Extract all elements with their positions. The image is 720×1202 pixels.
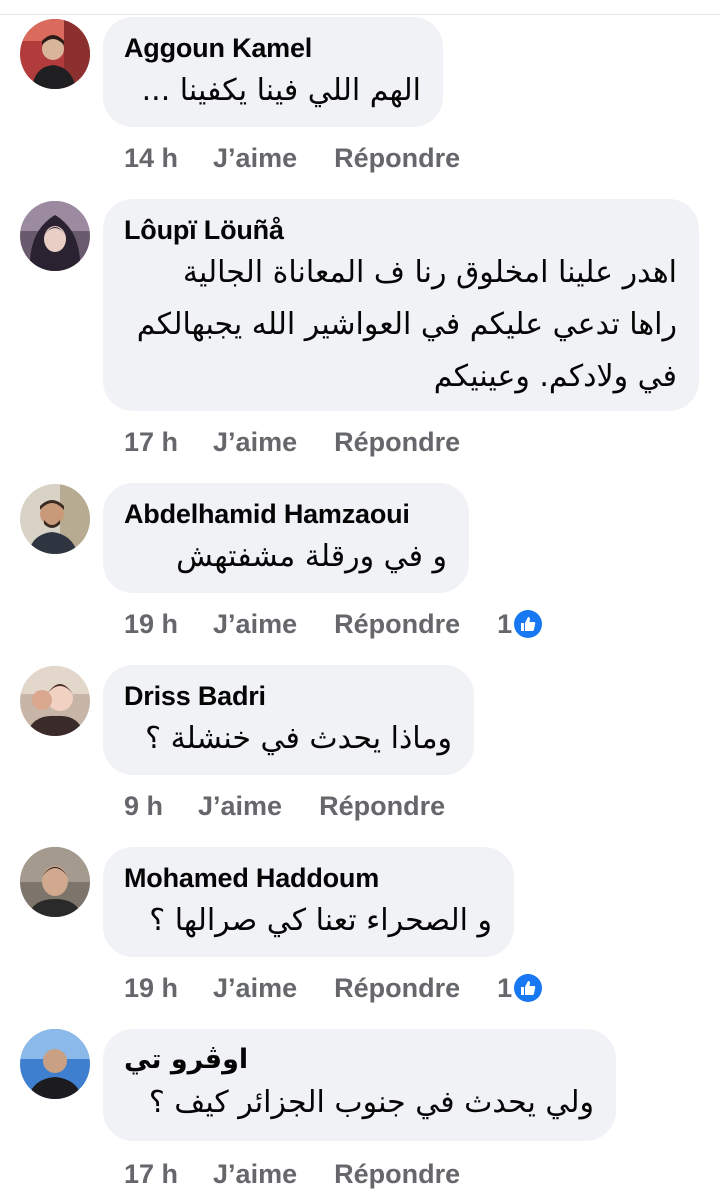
comment-text: و الصحراء تعنا كي صرالها ؟ <box>149 903 492 938</box>
avatar[interactable] <box>20 201 90 271</box>
like-button[interactable]: J’aime <box>213 1159 297 1190</box>
comment-bubble[interactable]: Driss Badri وماذا يحدث في خنشلة ؟ <box>103 665 474 775</box>
comment-bubble[interactable]: Lôupï Löuñå اهدر علينا امخلوق رنا ف المع… <box>103 199 699 411</box>
comment-text: اهدر علينا امخلوق رنا ف المعاناة الجالية <box>182 255 677 290</box>
like-button[interactable]: J’aime <box>198 791 282 822</box>
comment-actions: 17 h J’aime Répondre <box>124 1156 497 1192</box>
avatar[interactable] <box>20 1029 90 1099</box>
comment-bubble[interactable]: Abdelhamid Hamzaoui و في ورقلة مشفتهش <box>103 483 469 593</box>
comment-text: راها تدعي عليكم في العواشير الله يجبهالك… <box>136 307 677 342</box>
comment-text: في ولادكم. وعينيكم <box>433 359 677 394</box>
reaction-count-value: 1 <box>497 972 513 1003</box>
comment-actions: 19 h J’aime Répondre 1 <box>124 970 543 1006</box>
comment-author[interactable]: اوڤرو تي <box>124 1043 594 1077</box>
reaction-count[interactable]: 1 <box>497 972 543 1004</box>
top-divider <box>0 14 720 15</box>
comment-author[interactable]: Aggoun Kamel <box>124 31 421 65</box>
reaction-count-value: 1 <box>497 608 513 639</box>
comment-bubble[interactable]: اوڤرو تي ولي يحدث في جنوب الجزائر كيف ؟ <box>103 1029 616 1141</box>
like-icon <box>514 610 543 638</box>
like-icon <box>514 974 543 1002</box>
comment-bubble[interactable]: Mohamed Haddoum و الصحراء تعنا كي صرالها… <box>103 847 514 957</box>
comment-text: وماذا يحدث في خنشلة ؟ <box>145 721 452 756</box>
comment-time[interactable]: 9 h <box>124 791 163 822</box>
like-button[interactable]: J’aime <box>213 973 297 1004</box>
comment-actions: 17 h J’aime Répondre <box>124 424 497 460</box>
reply-button[interactable]: Répondre <box>334 973 460 1004</box>
avatar[interactable] <box>20 847 90 917</box>
avatar[interactable] <box>20 484 90 554</box>
comment-text: الهم اللي فينا يكفينا ... <box>141 73 421 108</box>
comment-text: و في ورقلة مشفتهش <box>176 539 447 574</box>
reply-button[interactable]: Répondre <box>319 791 445 822</box>
comment-bubble[interactable]: Aggoun Kamel الهم اللي فينا يكفينا ... <box>103 17 443 127</box>
comment-time[interactable]: 19 h <box>124 973 178 1004</box>
avatar[interactable] <box>20 19 90 89</box>
comment-time[interactable]: 17 h <box>124 1159 178 1190</box>
avatar[interactable] <box>20 666 90 736</box>
comment-actions: 14 h J’aime Répondre <box>124 140 497 176</box>
reaction-count[interactable]: 1 <box>497 608 543 640</box>
comment-author[interactable]: Mohamed Haddoum <box>124 861 492 895</box>
reply-button[interactable]: Répondre <box>334 143 460 174</box>
comment-actions: 19 h J’aime Répondre 1 <box>124 606 543 642</box>
comment-text: ولي يحدث في جنوب الجزائر كيف ؟ <box>148 1085 594 1120</box>
like-button[interactable]: J’aime <box>213 143 297 174</box>
comment-actions: 9 h J’aime Répondre <box>124 788 482 824</box>
like-button[interactable]: J’aime <box>213 427 297 458</box>
comment-time[interactable]: 19 h <box>124 609 178 640</box>
reply-button[interactable]: Répondre <box>334 609 460 640</box>
comment-author[interactable]: Driss Badri <box>124 679 452 713</box>
comment-author[interactable]: Lôupï Löuñå <box>124 213 677 247</box>
reply-button[interactable]: Répondre <box>334 427 460 458</box>
comment-author[interactable]: Abdelhamid Hamzaoui <box>124 497 447 531</box>
comment-time[interactable]: 14 h <box>124 143 178 174</box>
reply-button[interactable]: Répondre <box>334 1159 460 1190</box>
comment-time[interactable]: 17 h <box>124 427 178 458</box>
like-button[interactable]: J’aime <box>213 609 297 640</box>
